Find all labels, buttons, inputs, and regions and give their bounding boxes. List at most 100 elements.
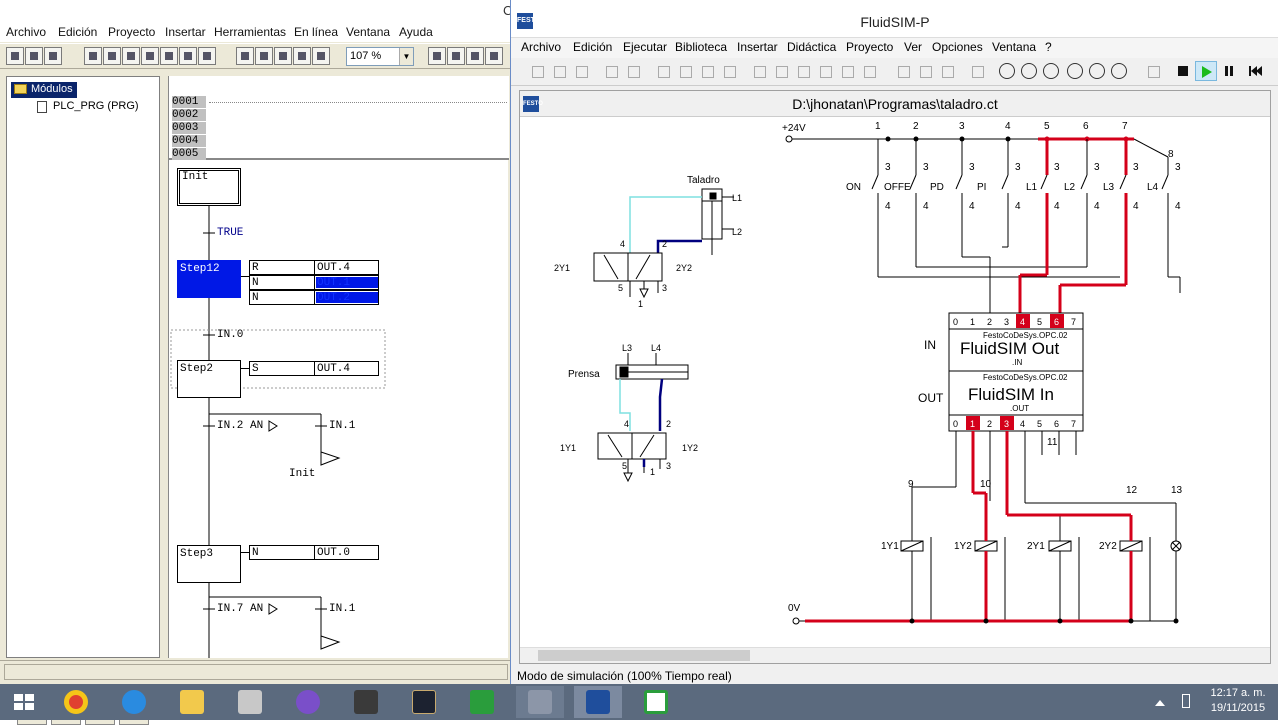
save-icon[interactable] [573,63,589,79]
taskbar-app[interactable] [400,686,448,718]
print-preview-icon[interactable] [603,63,619,79]
sfc-step-step3[interactable]: Step3 [177,545,241,583]
write-values-icon[interactable] [198,47,216,65]
rotate-icon[interactable] [917,63,933,79]
transition-in1[interactable]: IN.1 [329,420,355,432]
copy-icon[interactable] [699,63,715,79]
grid-icon[interactable] [969,63,985,79]
menu-archivo[interactable]: Archivo [521,40,561,54]
stop-icon[interactable] [1175,63,1191,79]
zoom-prev-icon[interactable] [1111,63,1127,79]
menu-edicion[interactable]: Edición [58,25,97,39]
align-left-icon[interactable] [751,63,767,79]
sfc-branch-icon[interactable] [447,47,465,65]
align-top-icon[interactable] [817,63,833,79]
run-icon[interactable] [122,47,140,65]
declaration-area[interactable]: 0001 0002 0003 0004 0005 [169,76,509,160]
paste-icon[interactable] [274,47,292,65]
new-icon[interactable] [6,47,24,65]
taskbar-ie[interactable] [110,686,158,718]
menu-en-linea[interactable]: En línea [294,25,338,39]
rotate-icon[interactable] [895,63,911,79]
step-over-icon[interactable] [141,47,159,65]
circuit-canvas[interactable]: +24V 1 2 3 4 5 6 7 8 ON OFFE PD PI L1 L2… [520,117,1270,647]
menu-ejecutar[interactable]: Ejecutar [623,40,667,54]
taskbar-app[interactable] [632,686,680,718]
transition-in0[interactable]: IN.0 [217,329,243,341]
align-center-icon[interactable] [773,63,789,79]
action-row[interactable]: N OUT.0 [249,545,379,560]
tray-chevron-icon[interactable] [1155,696,1165,706]
pause-icon[interactable] [1221,63,1237,79]
action-row[interactable]: S OUT.4 [249,361,379,376]
menu-ayuda[interactable]: Ayuda [399,25,433,39]
step-in-icon[interactable] [160,47,178,65]
transition-in7[interactable]: IN.7 AN [217,603,263,615]
stop-icon[interactable] [103,47,121,65]
taskbar-app[interactable] [226,686,274,718]
save-icon[interactable] [44,47,62,65]
cylinder-prensa[interactable] [615,353,689,380]
align-bottom-icon[interactable] [861,63,877,79]
sfc-step-step12[interactable]: Step12 [177,260,241,298]
taskbar-store[interactable] [458,686,506,718]
menu-herramientas[interactable]: Herramientas [214,25,286,39]
new-icon[interactable] [529,63,545,79]
transition-true[interactable]: TRUE [217,227,243,239]
sfc-jump-icon[interactable] [485,47,503,65]
menu-insertar[interactable]: Insertar [165,25,206,39]
menu-help[interactable]: ? [1045,40,1052,54]
action-row[interactable]: R OUT.4 [249,260,379,275]
valve-prensa[interactable] [597,432,667,483]
tree-node-plc-prg[interactable]: PLC_PRG (PRG) [37,100,139,113]
zoom-icon[interactable] [999,63,1015,79]
zoom-select[interactable]: 107 % ▼ [346,47,414,66]
taskbar-app[interactable] [342,686,390,718]
menu-ver[interactable]: Ver [904,40,922,54]
start-button[interactable] [0,686,48,718]
zoom-out-icon[interactable] [1043,63,1059,79]
rewind-icon[interactable] [1247,63,1263,79]
single-cycle-icon[interactable] [179,47,197,65]
transition-in2[interactable]: IN.2 AN [217,420,263,432]
menu-archivo[interactable]: Archivo [6,25,46,39]
open-icon[interactable] [25,47,43,65]
menu-insertar[interactable]: Insertar [737,40,778,54]
menu-ventana[interactable]: Ventana [346,25,390,39]
taskbar-explorer[interactable] [168,686,216,718]
battery-icon[interactable] [1182,694,1190,708]
opc-in-block[interactable]: FestoCoDeSys.OPC.02 FluidSIM In .OUT 01 … [948,370,1084,432]
menu-edicion[interactable]: Edición [573,40,612,54]
taskbar-app[interactable] [284,686,332,718]
menu-proyecto[interactable]: Proyecto [108,25,155,39]
zoom-in-icon[interactable] [1021,63,1037,79]
zoom-window-icon[interactable] [1067,63,1083,79]
find-next-icon[interactable] [312,47,330,65]
coil-2y1[interactable] [1048,529,1080,621]
taskbar-fluidsim[interactable] [574,686,622,718]
horizontal-scrollbar[interactable] [520,647,1270,663]
action-row[interactable]: N OUT.2 [249,290,379,305]
sfc-step-icon[interactable] [428,47,446,65]
check-icon[interactable] [1145,63,1161,79]
taskbar-chrome[interactable] [52,686,100,718]
menu-opciones[interactable]: Opciones [932,40,983,54]
tree-node-modulos[interactable]: Módulos [11,82,77,98]
cut-icon[interactable] [236,47,254,65]
sfc-step-step2[interactable]: Step2 [177,360,241,398]
print-icon[interactable] [625,63,641,79]
menu-didactica[interactable]: Didáctica [787,40,836,54]
align-middle-icon[interactable] [839,63,855,79]
cut-icon[interactable] [677,63,693,79]
menu-ventana[interactable]: Ventana [992,40,1036,54]
sfc-alt-branch-icon[interactable] [466,47,484,65]
scrollbar-thumb[interactable] [538,650,750,661]
coil-2y2[interactable] [1119,537,1151,621]
open-icon[interactable] [551,63,567,79]
play-icon[interactable] [1195,61,1217,81]
opc-out-block[interactable]: 01 23 45 67 FestoCoDeSys.OPC.02 FluidSIM… [948,312,1084,372]
zoom-fit-icon[interactable] [1089,63,1105,79]
copy-icon[interactable] [255,47,273,65]
cylinder-taladro[interactable] [701,188,734,255]
coil-1y2[interactable] [974,537,1006,621]
